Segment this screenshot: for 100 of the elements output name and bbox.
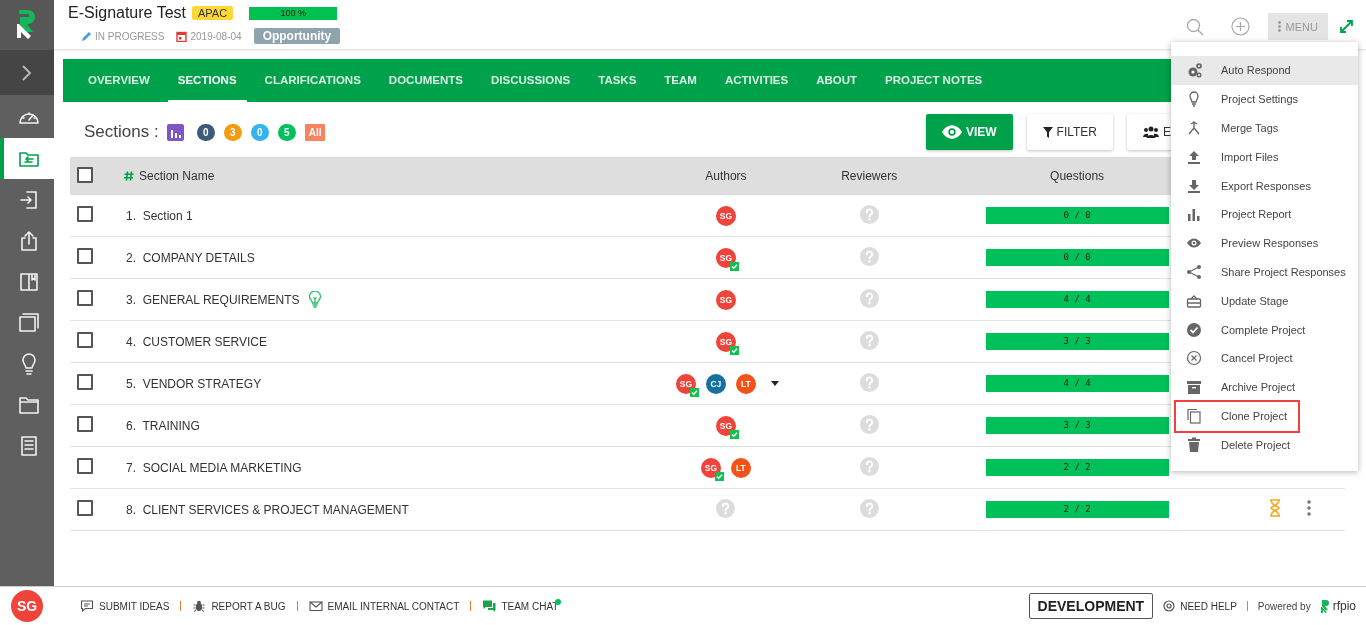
calendar-icon	[176, 30, 188, 42]
bar-chart-icon	[166, 123, 184, 141]
section-name[interactable]: 6. TRAINING	[126, 418, 200, 433]
avatar: SG	[715, 205, 736, 226]
column-header: Reviewers	[841, 169, 898, 183]
download-icon	[1186, 177, 1202, 194]
help-icon	[859, 414, 879, 434]
hash-icon	[124, 171, 134, 181]
menu-item[interactable]: Update Stage	[1171, 286, 1358, 316]
check-circle-icon	[1186, 321, 1202, 338]
menu-item[interactable]: Complete Project	[1171, 315, 1358, 344]
checkbox[interactable]	[77, 248, 93, 264]
help-icon	[859, 246, 879, 266]
menu-item[interactable]: Import Files	[1171, 142, 1358, 172]
user-avatar[interactable]: SG	[11, 590, 43, 622]
filter-icon	[1042, 126, 1053, 138]
help-icon	[859, 456, 879, 476]
section-name[interactable]: 8. CLIENT SERVICES & PROJECT MANAGEMENT	[126, 502, 409, 517]
gears-icon	[1186, 62, 1202, 79]
filter-button[interactable]: FILTER	[1026, 114, 1113, 150]
powered-by-label: Powered by	[1257, 600, 1311, 612]
eye-icon	[941, 125, 962, 139]
trash-icon	[1186, 436, 1202, 453]
footer-link[interactable]: REPORT A BUG	[192, 599, 286, 613]
comment-icon	[80, 599, 94, 613]
environment-button[interactable]: DEVELOPMENT	[1028, 593, 1154, 619]
checkbox[interactable]	[77, 166, 93, 183]
avatar: SG	[715, 289, 736, 310]
pencil-icon	[82, 31, 92, 41]
checkbox[interactable]	[77, 500, 93, 516]
copy-icon	[1186, 407, 1202, 424]
footer-link[interactable]: SUBMIT IDEAS	[80, 599, 170, 613]
help-icon	[859, 372, 879, 392]
lifebuoy-icon	[1163, 600, 1176, 612]
checkbox[interactable]	[77, 206, 93, 222]
progress-reading: 0 / 0	[1063, 210, 1091, 220]
status-label: IN PROGRESS	[95, 30, 165, 42]
sections-label: Sections :	[84, 122, 159, 142]
progress-reading: 2 / 2	[1063, 504, 1091, 514]
progress-reading: 3 / 3	[1063, 420, 1091, 430]
avatar: SG	[700, 457, 721, 478]
bar-chart-icon	[1186, 206, 1202, 223]
avatar: SG	[715, 331, 736, 352]
section-name[interactable]: 3. GENERAL REQUIREMENTS	[126, 292, 300, 307]
section-name[interactable]: 7. SOCIAL MEDIA MARKETING	[126, 460, 302, 475]
search-icon	[1186, 17, 1205, 36]
progress-reading: 4 / 4	[1063, 294, 1091, 304]
avatar: LT	[735, 373, 756, 394]
menu-item[interactable]: Auto Respond	[1171, 56, 1358, 85]
menu-item[interactable]: Merge Tags	[1171, 113, 1358, 143]
kebab-icon	[1277, 21, 1281, 32]
avatar: SG	[715, 247, 736, 268]
checkbox[interactable]	[77, 332, 93, 348]
column-header: Questions	[1050, 169, 1105, 183]
checkbox[interactable]	[77, 458, 93, 474]
checkbox[interactable]	[77, 416, 93, 432]
section-name[interactable]: 2. COMPANY DETAILS	[126, 250, 255, 265]
column-header: Authors	[705, 169, 747, 183]
help-icon	[859, 330, 879, 350]
help-icon	[859, 288, 879, 308]
sidebar-item[interactable]	[0, 138, 54, 179]
help-icon	[859, 498, 879, 518]
avatar: LT	[730, 457, 751, 478]
merge-icon	[1186, 120, 1202, 136]
menu-item[interactable]: Share Project Responses	[1171, 257, 1358, 287]
expand-icon	[1339, 20, 1353, 33]
menu-item[interactable]: Archive Project	[1171, 372, 1358, 402]
footer-link[interactable]: EMAIL INTERNAL CONTACT	[308, 599, 460, 613]
checkbox[interactable]	[77, 374, 93, 390]
avatar: CJ	[705, 373, 726, 394]
share-icon	[1186, 263, 1202, 280]
progress-reading: 100 %	[279, 7, 307, 19]
menu-item[interactable]: Preview Responses	[1171, 228, 1358, 258]
due-date: 2019-08-04	[190, 30, 242, 42]
section-name[interactable]: 5. VENDOR STRATEGY	[126, 376, 262, 391]
progress-reading: 0 / 0	[1063, 252, 1091, 262]
windows-icon	[17, 310, 41, 335]
cancel-icon	[1186, 350, 1202, 367]
mail-icon	[308, 599, 323, 613]
section-name[interactable]: 4. CUSTOMER SERVICE	[126, 334, 267, 349]
menu-item[interactable]: Project Report	[1171, 200, 1358, 229]
avatar: SG	[715, 415, 736, 436]
menu-item[interactable]: Clone Project	[1171, 401, 1358, 431]
avatar: SG	[675, 373, 696, 394]
help-icon	[859, 204, 879, 224]
menu-item[interactable]: Export Responses	[1171, 171, 1358, 200]
bug-icon	[192, 599, 207, 613]
region-tag: APAC	[192, 6, 234, 20]
section-name[interactable]: 1. Section 1	[126, 208, 193, 223]
checkbox[interactable]	[77, 290, 93, 306]
progress-reading: 3 / 3	[1063, 336, 1091, 346]
count-badge[interactable]: 0	[196, 123, 215, 141]
footer-link[interactable]: TEAM CHAT	[482, 599, 559, 613]
menu-item[interactable]: Delete Project	[1171, 430, 1358, 460]
archive-icon	[1186, 379, 1202, 396]
lightbulb-icon	[1186, 91, 1202, 108]
menu-item[interactable]: Project Settings	[1171, 84, 1358, 114]
help-link[interactable]: NEED HELP	[1163, 600, 1237, 612]
menu-item[interactable]: Cancel Project	[1171, 343, 1358, 373]
help-icon	[716, 498, 736, 518]
